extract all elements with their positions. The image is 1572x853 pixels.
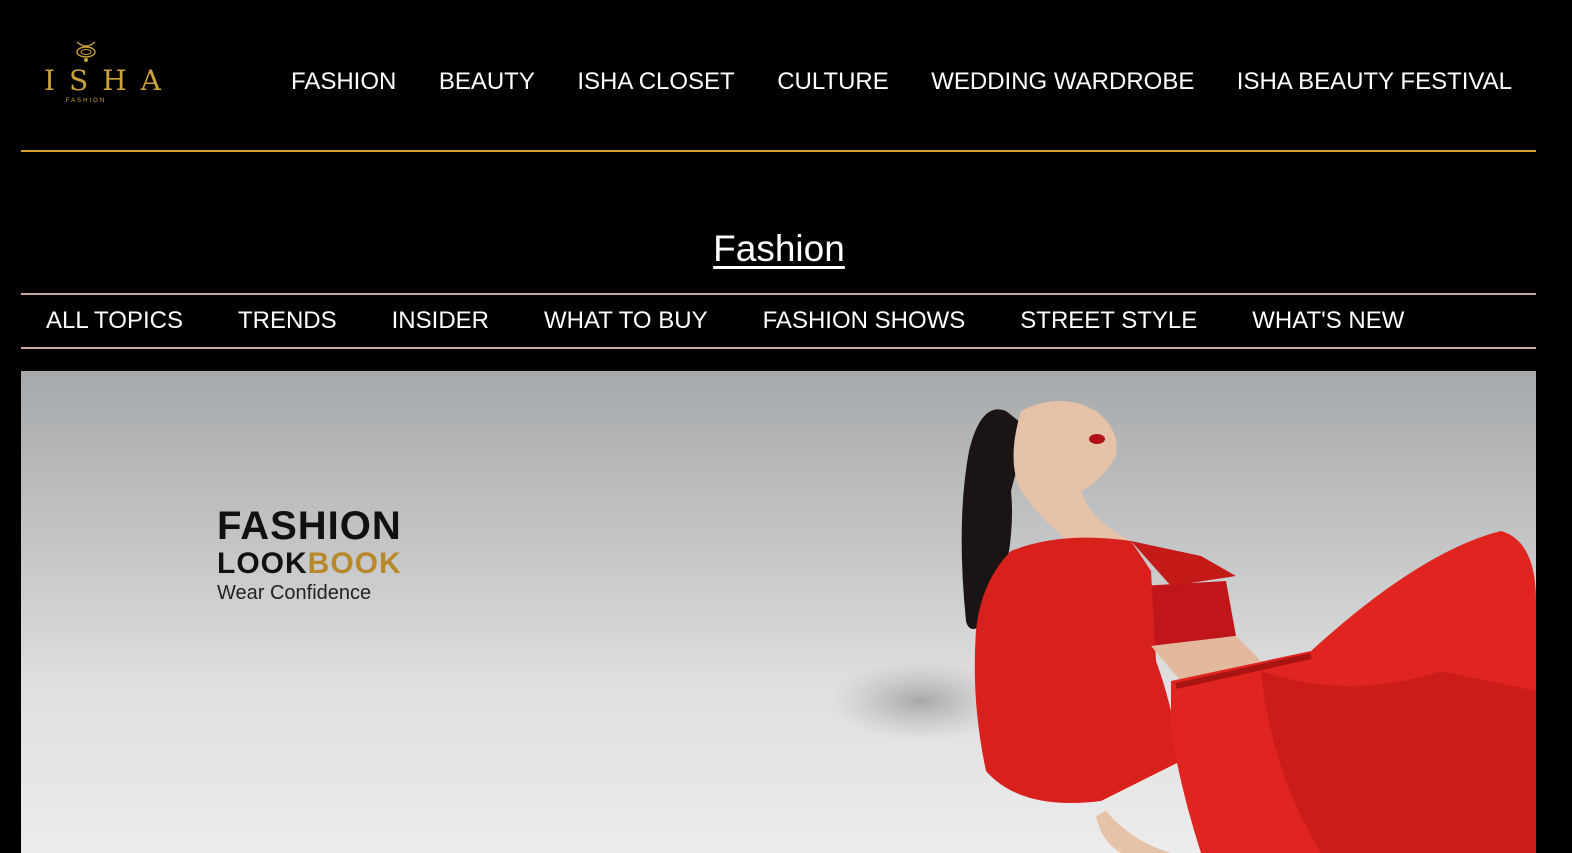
hero-subheading-look: LOOK — [217, 547, 308, 580]
subnav-what-to-buy[interactable]: WHAT TO BUY — [544, 306, 708, 336]
logo-brand: ISHA — [44, 64, 175, 97]
page: ISHA FASHION FASHION BEAUTY ISHA CLOSET … — [0, 0, 1572, 853]
nav-wedding-wardrobe[interactable]: WEDDING WARDROBE — [931, 66, 1194, 98]
hero-banner[interactable]: FASHION LOOKBOOK Wear Confidence — [21, 371, 1536, 853]
sub-nav: ALL TOPICS TRENDS INSIDER WHAT TO BUY FA… — [21, 293, 1536, 349]
hero-tagline: Wear Confidence — [217, 582, 372, 604]
nav-isha-closet[interactable]: ISHA CLOSET — [577, 66, 734, 98]
section-title[interactable]: Fashion — [0, 228, 1558, 270]
main-nav: FASHION BEAUTY ISHA CLOSET CULTURE WEDDI… — [291, 66, 1512, 98]
header-divider — [21, 150, 1536, 152]
hero-text: FASHION LOOKBOOK Wear Confidence — [217, 505, 402, 605]
hero-heading: FASHION — [217, 504, 402, 548]
necklace-icon — [76, 41, 96, 62]
logo-subtitle: FASHION — [65, 98, 107, 104]
nav-fashion[interactable]: FASHION — [291, 66, 396, 98]
isha-logo[interactable]: ISHA FASHION — [30, 40, 175, 126]
hero-subheading-book: BOOK — [307, 547, 402, 580]
nav-beauty[interactable]: BEAUTY — [439, 66, 535, 98]
subnav-trends[interactable]: TRENDS — [238, 306, 337, 336]
subnav-fashion-shows[interactable]: FASHION SHOWS — [763, 306, 966, 336]
subnav-insider[interactable]: INSIDER — [392, 306, 489, 336]
subnav-whats-new[interactable]: WHAT'S NEW — [1252, 306, 1404, 336]
hero-photo — [831, 401, 1536, 853]
subnav-all-topics[interactable]: ALL TOPICS — [46, 306, 183, 336]
nav-culture[interactable]: CULTURE — [777, 66, 889, 98]
hero-subheading: LOOKBOOK — [217, 547, 402, 581]
nav-isha-beauty-festival[interactable]: ISHA BEAUTY FESTIVAL — [1237, 66, 1512, 98]
subnav-street-style[interactable]: STREET STYLE — [1020, 306, 1197, 336]
